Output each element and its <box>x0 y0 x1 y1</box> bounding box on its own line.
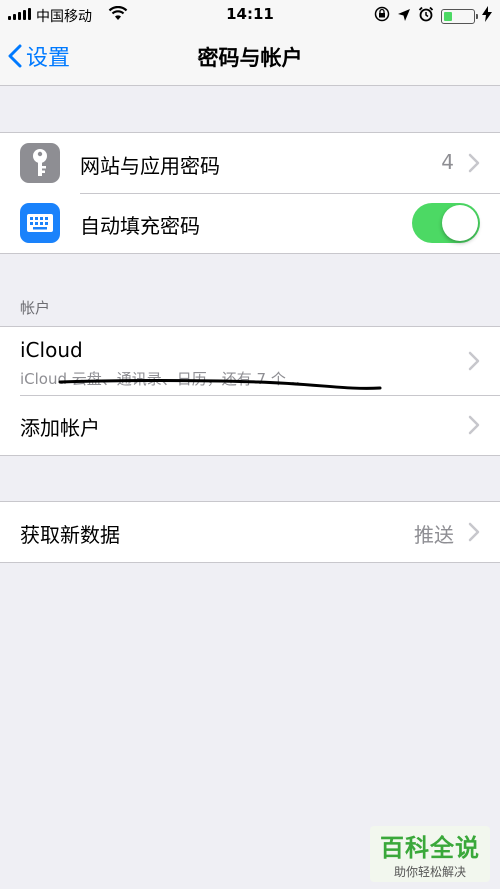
website-app-passwords-row[interactable]: 网站与应用密码 4 <box>0 133 500 193</box>
alarm-icon <box>418 6 434 26</box>
key-icon <box>20 143 60 183</box>
chevron-right-icon <box>468 351 480 371</box>
autofill-passwords-label: 自动填充密码 <box>80 214 200 238</box>
status-bar: 中国移动 14:11 <box>0 0 500 30</box>
charging-bolt-icon <box>482 6 492 26</box>
passwords-group: 网站与应用密码 4 自动填充密码 <box>0 132 500 254</box>
icloud-label: iCloud <box>20 338 83 362</box>
fetch-new-data-label: 获取新数据 <box>20 523 120 547</box>
fetch-mode-value: 推送 <box>414 523 454 547</box>
keyboard-icon <box>20 203 60 243</box>
toggle-knob <box>442 205 478 241</box>
chevron-right-icon <box>468 415 480 435</box>
autofill-passwords-row: 自动填充密码 <box>0 193 500 253</box>
add-account-row[interactable]: 添加帐户 <box>0 395 500 455</box>
chevron-right-icon <box>468 153 480 173</box>
add-account-label: 添加帐户 <box>20 416 100 440</box>
autofill-toggle[interactable] <box>412 203 480 243</box>
navigation-bar: 设置 密码与帐户 <box>0 30 500 86</box>
fetch-group: 获取新数据 推送 <box>0 501 500 563</box>
fetch-new-data-row[interactable]: 获取新数据 推送 <box>0 502 500 562</box>
rotation-lock-icon <box>374 6 390 26</box>
watermark-subtitle: 助你轻松解决 <box>393 865 466 879</box>
watermark-logo: 百科全说 助你轻松解决 <box>370 826 490 882</box>
website-app-passwords-label: 网站与应用密码 <box>80 154 220 178</box>
location-icon <box>397 7 411 26</box>
watermark-title: 百科全说 <box>380 834 480 862</box>
accounts-section-header: 帐户 <box>20 299 51 317</box>
handwritten-underline <box>58 379 382 390</box>
battery-icon <box>441 8 478 24</box>
page-title: 密码与帐户 <box>197 46 303 70</box>
password-count: 4 <box>441 150 454 174</box>
chevron-right-icon <box>468 522 480 542</box>
